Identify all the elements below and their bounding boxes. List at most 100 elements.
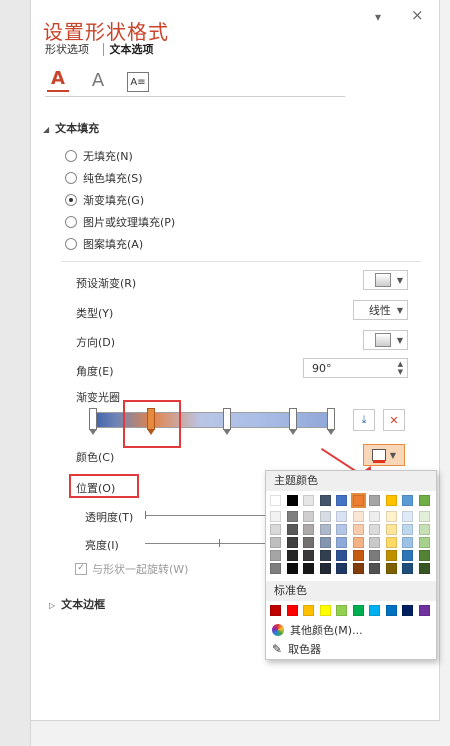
- color-swatch[interactable]: [270, 550, 281, 561]
- text-effects-icon[interactable]: A: [87, 68, 109, 92]
- gradient-stop[interactable]: [289, 408, 297, 435]
- color-swatch[interactable]: [418, 563, 430, 574]
- color-swatch[interactable]: [270, 605, 281, 616]
- color-swatch[interactable]: [270, 563, 281, 574]
- color-picker-button[interactable]: ▼: [363, 444, 405, 466]
- color-swatch[interactable]: [369, 605, 380, 616]
- radio-picture-fill[interactable]: 图片或纹理填充(P): [65, 214, 175, 230]
- color-swatch[interactable]: [369, 511, 380, 522]
- text-fill-outline-icon[interactable]: A: [47, 66, 69, 92]
- preset-gradient-dropdown[interactable]: ▼: [363, 270, 408, 290]
- color-swatch[interactable]: [369, 524, 380, 535]
- color-swatch[interactable]: [385, 563, 397, 574]
- color-swatch[interactable]: [352, 550, 364, 561]
- color-swatch[interactable]: [336, 563, 347, 574]
- type-dropdown[interactable]: 线性 ▼: [353, 300, 408, 320]
- add-gradient-stop-icon[interactable]: ⤓: [353, 409, 375, 431]
- remove-gradient-stop-icon[interactable]: ✕: [383, 409, 405, 431]
- color-swatch[interactable]: [369, 550, 380, 561]
- color-swatch[interactable]: [402, 524, 413, 535]
- slider-thumb[interactable]: [219, 539, 220, 547]
- color-swatch[interactable]: [418, 495, 430, 506]
- color-swatch[interactable]: [352, 524, 364, 535]
- eyedropper-item[interactable]: ✎ 取色器: [272, 641, 321, 657]
- color-swatch[interactable]: [286, 511, 298, 522]
- color-swatch[interactable]: [286, 537, 298, 548]
- color-swatch[interactable]: [319, 563, 331, 574]
- color-swatch[interactable]: [303, 550, 314, 561]
- color-swatch[interactable]: [270, 511, 281, 522]
- color-swatch[interactable]: [286, 563, 298, 574]
- color-swatch[interactable]: [270, 537, 281, 548]
- color-swatch[interactable]: [402, 563, 413, 574]
- color-swatch[interactable]: [402, 511, 413, 522]
- color-swatch[interactable]: [350, 493, 366, 508]
- section-text-fill[interactable]: ◢ 文本填充: [43, 120, 99, 136]
- radio-pattern-fill[interactable]: 图案填充(A): [65, 236, 143, 252]
- color-swatch[interactable]: [385, 537, 397, 548]
- color-swatch[interactable]: [385, 605, 397, 616]
- color-swatch[interactable]: [303, 563, 314, 574]
- radio-no-fill[interactable]: 无填充(N): [65, 148, 133, 164]
- angle-spinner[interactable]: 90° ▲ ▼: [303, 358, 408, 378]
- color-swatch[interactable]: [303, 495, 314, 506]
- color-swatch[interactable]: [385, 550, 397, 561]
- direction-dropdown[interactable]: ▼: [363, 330, 408, 350]
- more-colors-item[interactable]: 其他颜色(M)...: [272, 622, 363, 638]
- color-swatch[interactable]: [319, 550, 331, 561]
- color-swatch[interactable]: [352, 537, 364, 548]
- color-swatch[interactable]: [270, 495, 281, 506]
- color-swatch[interactable]: [402, 605, 413, 616]
- color-swatch[interactable]: [336, 511, 347, 522]
- color-swatch[interactable]: [402, 495, 413, 506]
- color-swatch[interactable]: [369, 537, 380, 548]
- radio-solid-fill[interactable]: 纯色填充(S): [65, 170, 143, 186]
- gradient-stop[interactable]: [223, 408, 231, 435]
- color-swatch[interactable]: [286, 550, 298, 561]
- color-swatch[interactable]: [385, 495, 397, 506]
- transparency-slider[interactable]: [145, 515, 265, 516]
- pane-options-button[interactable]: ▾: [375, 10, 381, 24]
- tab-shape-options[interactable]: 形状选项: [45, 43, 89, 56]
- color-swatch[interactable]: [402, 550, 413, 561]
- color-swatch[interactable]: [319, 524, 331, 535]
- color-swatch[interactable]: [303, 537, 314, 548]
- color-swatch[interactable]: [319, 537, 331, 548]
- color-swatch[interactable]: [319, 511, 331, 522]
- tab-text-options[interactable]: 文本选项: [102, 43, 154, 56]
- color-swatch[interactable]: [303, 524, 314, 535]
- color-swatch[interactable]: [270, 524, 281, 535]
- brightness-slider[interactable]: [145, 543, 265, 544]
- color-swatch[interactable]: [418, 537, 430, 548]
- section-text-border[interactable]: ▷ 文本边框: [49, 596, 105, 612]
- color-swatch[interactable]: [369, 495, 380, 506]
- color-swatch[interactable]: [336, 524, 347, 535]
- text-box-icon[interactable]: A≡: [127, 72, 149, 92]
- color-swatch[interactable]: [418, 605, 430, 616]
- color-swatch[interactable]: [319, 495, 331, 506]
- gradient-stop[interactable]: [89, 408, 97, 435]
- color-swatch[interactable]: [286, 495, 298, 506]
- color-swatch[interactable]: [369, 563, 380, 574]
- color-swatch[interactable]: [336, 605, 347, 616]
- color-swatch[interactable]: [286, 524, 298, 535]
- color-swatch[interactable]: [286, 605, 298, 616]
- gradient-stop[interactable]: [327, 408, 335, 435]
- close-icon[interactable]: ×: [411, 6, 424, 24]
- color-swatch[interactable]: [336, 550, 347, 561]
- color-swatch[interactable]: [402, 537, 413, 548]
- color-swatch[interactable]: [352, 563, 364, 574]
- color-swatch[interactable]: [303, 511, 314, 522]
- color-swatch[interactable]: [418, 524, 430, 535]
- rotate-with-shape-checkbox[interactable]: ✓ 与形状一起旋转(W): [75, 561, 188, 577]
- spinner-arrows-icon[interactable]: ▲ ▼: [398, 360, 403, 376]
- color-swatch[interactable]: [352, 511, 364, 522]
- slider-thumb[interactable]: [145, 511, 146, 519]
- radio-gradient-fill[interactable]: 渐变填充(G): [65, 192, 144, 208]
- color-swatch[interactable]: [418, 550, 430, 561]
- color-swatch[interactable]: [418, 511, 430, 522]
- color-swatch[interactable]: [319, 605, 331, 616]
- color-swatch[interactable]: [385, 524, 397, 535]
- color-swatch[interactable]: [336, 537, 347, 548]
- color-swatch[interactable]: [336, 495, 347, 506]
